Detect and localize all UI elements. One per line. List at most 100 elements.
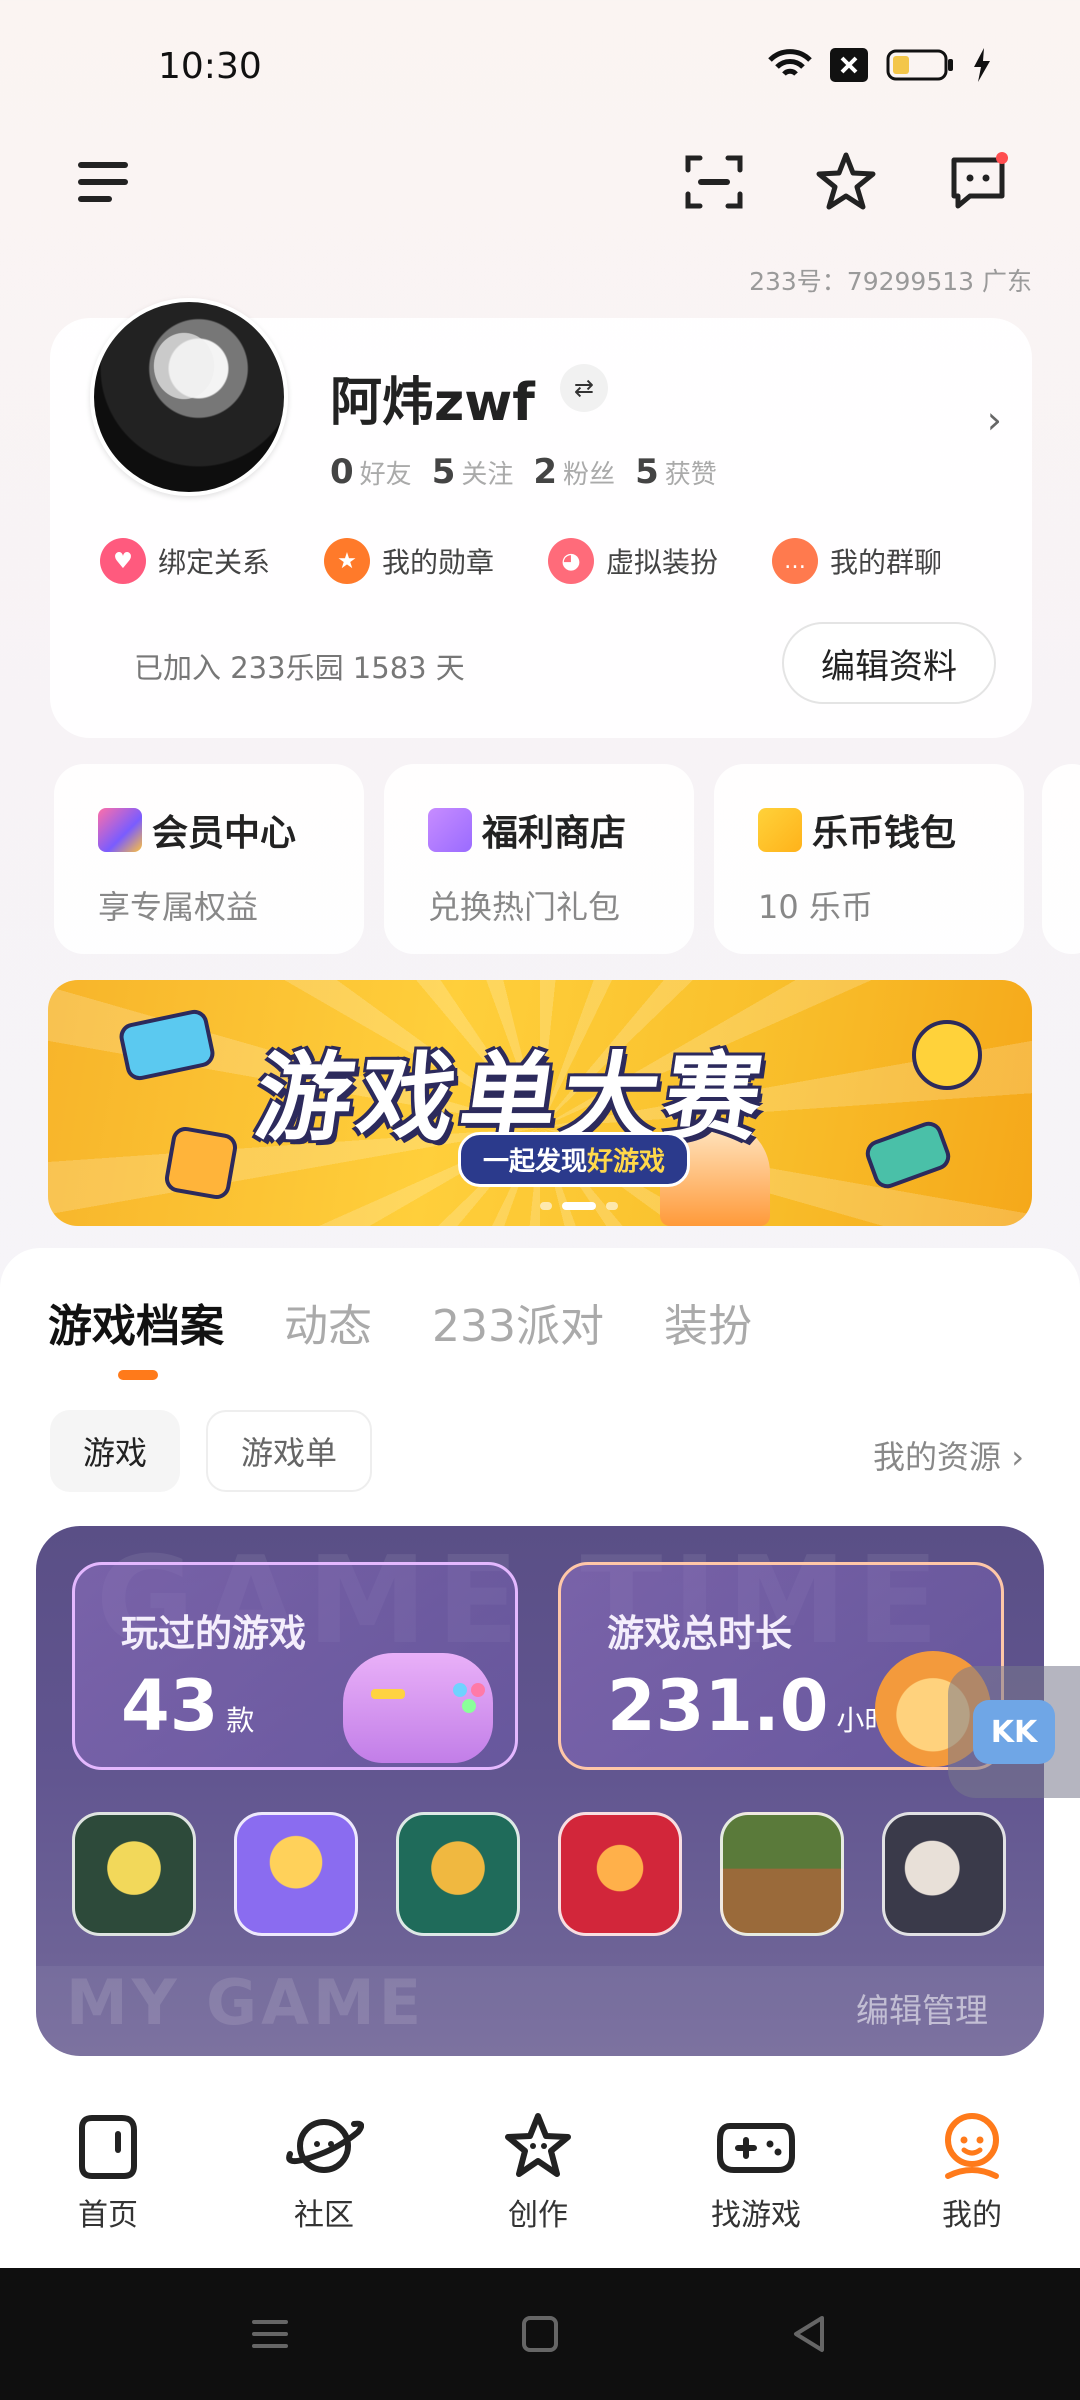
nav-label: 首页 bbox=[78, 2198, 138, 2233]
member-center-card[interactable]: 会员中心 享专属权益 bbox=[54, 764, 364, 954]
nav-label: 社区 bbox=[294, 2198, 354, 2233]
pacman-icon bbox=[912, 1020, 982, 1090]
quick-label: 我的群聊 bbox=[830, 546, 943, 579]
filter-gamelists-chip[interactable]: 游戏单 bbox=[206, 1410, 372, 1492]
game-icon-1[interactable] bbox=[72, 1812, 196, 1936]
nav-home[interactable]: 首页 bbox=[38, 2110, 178, 2234]
quick-label: 绑定关系 bbox=[158, 546, 271, 579]
stat-friends[interactable]: 0 好友 bbox=[330, 452, 412, 492]
stat-num: 0 bbox=[330, 452, 354, 492]
nav-create[interactable]: 创作 bbox=[468, 2110, 608, 2234]
filter-games-chip[interactable]: 游戏 bbox=[50, 1410, 180, 1492]
nav-community[interactable]: 社区 bbox=[254, 2110, 394, 2234]
home-button-icon[interactable] bbox=[520, 2314, 560, 2354]
nav-me[interactable]: 我的 bbox=[902, 2110, 1042, 2234]
heart-icon: ♥ bbox=[100, 538, 146, 584]
battery-icon bbox=[886, 49, 954, 81]
nav-label: 创作 bbox=[508, 2198, 568, 2233]
wallet-icon bbox=[758, 808, 802, 852]
kk-icon: KK bbox=[973, 1700, 1055, 1764]
tab-indicator bbox=[118, 1370, 158, 1380]
status-icons bbox=[768, 48, 992, 82]
floating-kk-button[interactable]: KK bbox=[948, 1666, 1080, 1798]
bind-relation-button[interactable]: ♥ 绑定关系 bbox=[100, 538, 270, 584]
chevron-right-icon[interactable]: › bbox=[987, 398, 1002, 442]
stat-followers[interactable]: 2 粉丝 bbox=[533, 452, 615, 492]
game-icon-3[interactable] bbox=[396, 1812, 520, 1936]
total-playtime-label: 游戏总时长 bbox=[607, 1612, 792, 1655]
stat-likes[interactable]: 5 获赞 bbox=[635, 452, 717, 492]
star-icon bbox=[505, 2113, 571, 2177]
quick-actions: ♥ 绑定关系 ★ 我的勋章 ◕ 虚拟装扮 … 我的群聊 bbox=[100, 538, 942, 584]
avatar[interactable] bbox=[90, 298, 288, 496]
bottom-nav: 首页 社区 创作 找游戏 我的 bbox=[0, 2088, 1080, 2268]
stat-following[interactable]: 5 关注 bbox=[432, 452, 514, 492]
archive-watermark-2: MY GAME bbox=[66, 1966, 426, 2039]
messages-icon[interactable] bbox=[946, 150, 1010, 214]
no-sim-icon bbox=[830, 48, 868, 82]
game-icon-6[interactable] bbox=[882, 1812, 1006, 1936]
gamepad-icon bbox=[343, 1653, 493, 1763]
played-games-label: 玩过的游戏 bbox=[121, 1612, 306, 1655]
played-games-count: 43 bbox=[121, 1665, 219, 1747]
recent-games-row bbox=[72, 1812, 1006, 1936]
tab-dressup[interactable]: 装扮 bbox=[664, 1290, 752, 1354]
favorites-star-icon[interactable] bbox=[814, 150, 878, 214]
game-icon-2[interactable] bbox=[234, 1812, 358, 1936]
stat-label: 粉丝 bbox=[563, 460, 616, 490]
chat-icon: … bbox=[772, 538, 819, 584]
back-icon[interactable] bbox=[790, 2314, 830, 2354]
stat-label: 好友 bbox=[359, 460, 412, 490]
gift-icon bbox=[428, 808, 472, 852]
total-playtime-value: 231.0 bbox=[607, 1665, 829, 1747]
my-medals-button[interactable]: ★ 我的勋章 bbox=[324, 538, 494, 584]
feature-sub: 兑换热门礼包 bbox=[428, 888, 621, 926]
welfare-shop-card[interactable]: 福利商店 兑换热门礼包 bbox=[384, 764, 694, 954]
banner-sub-a: 一起发现 bbox=[483, 1147, 588, 1177]
nav-find-games[interactable]: 找游戏 bbox=[686, 2110, 826, 2234]
joined-days: 已加入 233乐园 1583 天 bbox=[134, 651, 465, 685]
tab-game-archive[interactable]: 游戏档案 bbox=[48, 1290, 224, 1354]
tab-233-party[interactable]: 233派对 bbox=[432, 1290, 604, 1354]
tab-activity[interactable]: 动态 bbox=[284, 1290, 372, 1354]
banner-pager bbox=[540, 1202, 618, 1210]
profile-icon bbox=[945, 2113, 999, 2179]
promo-banner[interactable]: 游戏单大赛 一起发现好游戏 bbox=[48, 980, 1032, 1226]
stat-num: 5 bbox=[635, 452, 659, 492]
menu-icon[interactable] bbox=[72, 150, 136, 214]
edit-profile-button[interactable]: 编辑资料 bbox=[782, 622, 996, 704]
feature-sub: 享专属权益 bbox=[98, 888, 259, 926]
feature-card-more[interactable] bbox=[1042, 764, 1080, 954]
nav-label: 找游戏 bbox=[711, 2198, 801, 2233]
played-games-unit: 款 bbox=[226, 1704, 255, 1737]
charging-icon bbox=[972, 48, 992, 82]
wifi-icon bbox=[768, 48, 812, 82]
username: 阿炜zwf bbox=[330, 373, 535, 433]
scan-icon[interactable] bbox=[682, 150, 746, 214]
gamepad-icon bbox=[717, 2123, 795, 2173]
game-archive-panel: GAME TIME MY GAME 玩过的游戏 43 款 游戏总时长 231.0 小… bbox=[36, 1526, 1044, 2056]
switch-account-icon[interactable]: ⇄ bbox=[560, 364, 608, 412]
profile-stats: 0 好友 5 关注 2 粉丝 5 获赞 bbox=[330, 452, 717, 492]
total-playtime-box[interactable]: 游戏总时长 231.0 小时 bbox=[558, 1562, 1004, 1770]
edit-manage-button[interactable]: 编辑管理 bbox=[856, 1984, 988, 2032]
nav-label: 我的 bbox=[942, 2198, 1002, 2233]
medal-icon: ★ bbox=[324, 538, 371, 584]
quick-label: 虚拟装扮 bbox=[606, 546, 719, 579]
recent-apps-icon[interactable] bbox=[250, 2314, 290, 2354]
profile-tabs: 游戏档案 动态 233派对 装扮 bbox=[48, 1290, 752, 1354]
virtual-dressup-button[interactable]: ◕ 虚拟装扮 bbox=[548, 538, 718, 584]
played-games-box[interactable]: 玩过的游戏 43 款 bbox=[72, 1562, 518, 1770]
my-resources-link[interactable]: 我的资源 › bbox=[873, 1432, 1024, 1478]
crown-icon bbox=[98, 808, 142, 852]
game-icon-4[interactable] bbox=[558, 1812, 682, 1936]
stat-label: 获赞 bbox=[664, 460, 717, 490]
stat-num: 2 bbox=[533, 452, 558, 492]
coin-wallet-card[interactable]: 乐币钱包 10 乐币 bbox=[714, 764, 1024, 954]
feature-sub: 10 乐币 bbox=[758, 888, 873, 926]
game-icon-5[interactable] bbox=[720, 1812, 844, 1936]
user-id: 233号：79299513 广东 bbox=[749, 267, 1032, 296]
my-group-chat-button[interactable]: … 我的群聊 bbox=[772, 538, 942, 584]
stat-label: 关注 bbox=[461, 460, 514, 490]
home-icon bbox=[79, 2115, 137, 2179]
